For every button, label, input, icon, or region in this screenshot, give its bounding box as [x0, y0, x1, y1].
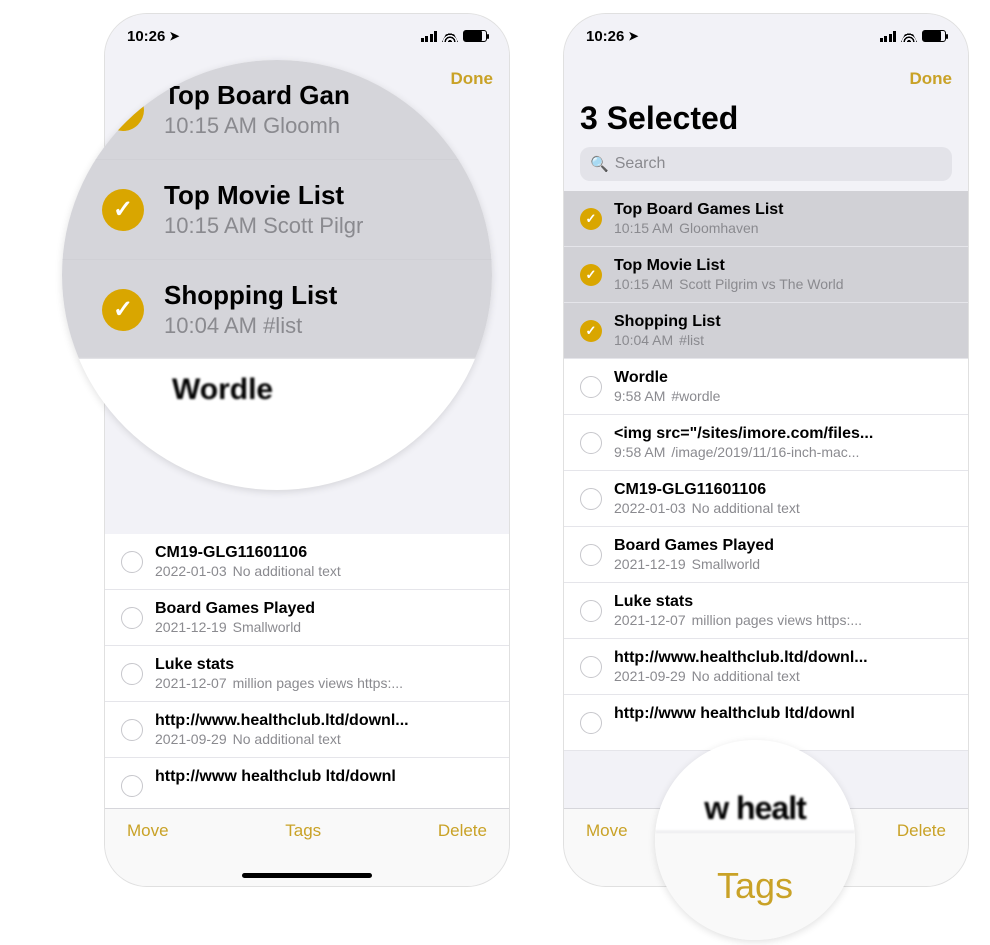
wifi-icon	[442, 30, 458, 42]
note-row[interactable]: Luke stats2021-12-07million pages views …	[105, 646, 509, 702]
cell-signal-icon	[880, 31, 897, 42]
circle-icon[interactable]	[121, 551, 143, 573]
move-button[interactable]: Move	[586, 821, 628, 841]
note-title: Top Movie List	[164, 180, 363, 211]
note-row[interactable]: Top Board Games List10:15 AMGloomhaven	[564, 191, 968, 247]
note-title: Luke stats	[155, 656, 493, 674]
note-row[interactable]: Board Games Played2021-12-19Smallworld	[105, 590, 509, 646]
checkmark-icon[interactable]	[580, 264, 602, 286]
circle-icon[interactable]	[121, 775, 143, 797]
note-title: Shopping List	[614, 313, 952, 331]
note-subtitle: 2021-12-19Smallworld	[155, 619, 493, 635]
delete-button[interactable]: Delete	[438, 821, 487, 841]
note-subtitle: 2021-09-29No additional text	[155, 731, 493, 747]
cell-signal-icon	[421, 31, 438, 42]
home-indicator[interactable]	[242, 873, 372, 878]
note-subtitle: 2021-12-19Smallworld	[614, 556, 952, 572]
note-title: Top Board Games List	[614, 201, 952, 219]
checkmark-icon	[102, 289, 144, 331]
notes-list-right: Top Board Games List10:15 AMGloomhavenTo…	[564, 191, 968, 751]
note-title: http://www.healthclub.ltd/downl...	[614, 649, 952, 667]
note-title: CM19-GLG11601106	[614, 481, 952, 499]
note-row[interactable]: CM19-GLG116011062022-01-03No additional …	[564, 471, 968, 527]
note-row[interactable]: Luke stats2021-12-07million pages views …	[564, 583, 968, 639]
checkmark-icon[interactable]	[580, 320, 602, 342]
circle-icon[interactable]	[121, 719, 143, 741]
status-bar: 10:26 ➤	[105, 14, 509, 58]
tags-button-zoom[interactable]: Tags	[655, 832, 855, 940]
note-row[interactable]: Wordle9:58 AM#wordle	[564, 359, 968, 415]
circle-icon[interactable]	[121, 607, 143, 629]
note-title: http://www.healthclub.ltd/downl...	[155, 712, 493, 730]
status-bar: 10:26 ➤	[564, 14, 968, 58]
circle-icon[interactable]	[580, 656, 602, 678]
move-button[interactable]: Move	[127, 821, 169, 841]
note-subtitle: 10:04 AM#list	[614, 332, 952, 348]
battery-icon	[463, 30, 487, 42]
note-subtitle	[155, 787, 493, 803]
note-subtitle: 2021-12-07million pages views https:...	[155, 675, 493, 691]
note-title: Top Board Gan	[164, 80, 350, 111]
wifi-icon	[901, 30, 917, 42]
magnifier-selected-notes: Top Board Gan 10:15 AM Gloomh Top Movie …	[62, 60, 492, 490]
note-title: http://www healthclub ltd/downl	[155, 768, 493, 786]
checkmark-icon[interactable]	[580, 208, 602, 230]
note-row[interactable]: http://www healthclub ltd/downl	[105, 758, 509, 814]
note-subtitle: 2022-01-03No additional text	[155, 563, 493, 579]
search-icon: 🔍	[590, 155, 609, 173]
note-title: Shopping List	[164, 280, 337, 311]
nav-bar: Done	[564, 58, 968, 100]
delete-button[interactable]: Delete	[897, 821, 946, 841]
note-subtitle: 10:15 AM Scott Pilgr	[164, 213, 363, 239]
magnifier-tags-button: w healt Tags	[655, 740, 855, 940]
note-title: Board Games Played	[614, 537, 952, 555]
done-button[interactable]: Done	[910, 69, 953, 89]
circle-icon[interactable]	[580, 544, 602, 566]
search-input[interactable]: 🔍 Search	[580, 147, 952, 181]
note-subtitle	[614, 724, 952, 740]
note-subtitle: 2022-01-03No additional text	[614, 500, 952, 516]
note-peek: Wordle	[62, 359, 492, 437]
note-row[interactable]: Board Games Played2021-12-19Smallworld	[564, 527, 968, 583]
note-peek: w healt	[655, 740, 855, 832]
note-title: Wordle	[614, 369, 952, 387]
battery-icon	[922, 30, 946, 42]
note-subtitle: 10:04 AM #list	[164, 313, 337, 339]
note-subtitle: 10:15 AMScott Pilgrim vs The World	[614, 276, 952, 292]
note-row[interactable]: http://www.healthclub.ltd/downl...2021-0…	[564, 639, 968, 695]
note-title: http://www healthclub ltd/downl	[614, 705, 952, 723]
circle-icon[interactable]	[580, 712, 602, 734]
search-placeholder: Search	[615, 155, 666, 173]
note-subtitle: 10:15 AMGloomhaven	[614, 220, 952, 236]
circle-icon[interactable]	[121, 663, 143, 685]
status-time: 10:26	[586, 28, 624, 45]
circle-icon[interactable]	[580, 488, 602, 510]
page-title: 3 Selected	[580, 100, 952, 137]
note-row[interactable]: Top Movie List10:15 AMScott Pilgrim vs T…	[564, 247, 968, 303]
note-title: CM19-GLG11601106	[155, 544, 493, 562]
note-row[interactable]: <img src="/sites/imore.com/files...9:58 …	[564, 415, 968, 471]
checkmark-icon	[102, 89, 144, 131]
notes-list-left: CM19-GLG116011062022-01-03No additional …	[105, 534, 509, 814]
note-row[interactable]: CM19-GLG116011062022-01-03No additional …	[105, 534, 509, 590]
note-title: Luke stats	[614, 593, 952, 611]
note-row[interactable]: http://www.healthclub.ltd/downl...2021-0…	[105, 702, 509, 758]
checkmark-icon	[102, 189, 144, 231]
circle-icon[interactable]	[580, 376, 602, 398]
note-title: <img src="/sites/imore.com/files...	[614, 425, 952, 443]
note-subtitle: 9:58 AM/image/2019/11/16-inch-mac...	[614, 444, 952, 460]
note-row[interactable]: Shopping List10:04 AM#list	[564, 303, 968, 359]
note-subtitle: 2021-12-07million pages views https:...	[614, 612, 952, 628]
circle-icon[interactable]	[580, 600, 602, 622]
note-title: Board Games Played	[155, 600, 493, 618]
note-subtitle: 2021-09-29No additional text	[614, 668, 952, 684]
location-icon: ➤	[628, 29, 638, 43]
note-subtitle: 10:15 AM Gloomh	[164, 113, 350, 139]
location-icon: ➤	[169, 29, 179, 43]
status-time: 10:26	[127, 28, 165, 45]
tags-button[interactable]: Tags	[285, 821, 321, 841]
circle-icon[interactable]	[580, 432, 602, 454]
note-title: Top Movie List	[614, 257, 952, 275]
note-subtitle: 9:58 AM#wordle	[614, 388, 952, 404]
